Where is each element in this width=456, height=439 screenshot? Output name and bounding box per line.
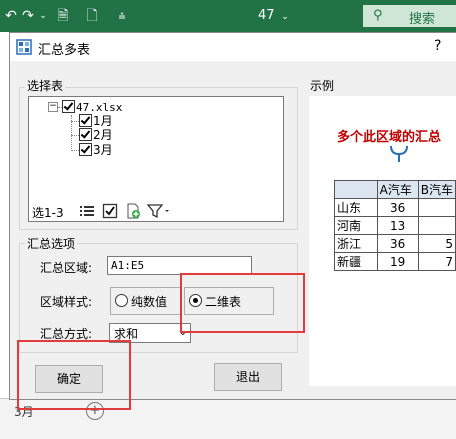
table-cell: [334, 180, 378, 199]
preview-label: 示例: [308, 77, 337, 94]
style-option-label: 纯数值: [131, 295, 168, 309]
annotation-box-ok: [17, 340, 131, 410]
table-row: 浙江 36 5: [334, 234, 456, 253]
table-cell: 浙江: [334, 234, 378, 253]
table-header-cell: A汽车: [376, 180, 419, 199]
sheet-name: 1月: [93, 114, 113, 128]
range-label: 汇总区域:: [40, 261, 93, 275]
selection-count: 选1-3: [32, 206, 64, 220]
tree-connector: [71, 150, 79, 151]
table-cell: 7: [417, 252, 456, 271]
app-icon: [16, 39, 32, 55]
summary-options-label: 汇总选项: [25, 235, 78, 252]
table-row: A汽车 B汽车: [334, 180, 456, 199]
select-tables-label: 选择表: [25, 77, 66, 94]
table-cell: 山东: [334, 198, 378, 217]
radio-unselected-icon[interactable]: [115, 294, 128, 307]
exit-button[interactable]: 退出: [214, 363, 282, 391]
tree-toolbar: 选1-3: [28, 201, 284, 222]
preview-table: A汽车 B汽车 山东 36 河南 13 浙江 36 5 新疆 19 7: [334, 180, 456, 271]
collapse-icon[interactable]: −: [48, 102, 58, 112]
checkbox-checked-icon[interactable]: [79, 114, 92, 127]
tree-item-sheet[interactable]: 2月: [79, 128, 113, 142]
search-icon: ⚲: [373, 8, 383, 23]
tree-connector: [71, 135, 79, 136]
table-cell: 19: [376, 252, 419, 271]
table-header-cell: B汽车: [417, 180, 456, 199]
preview-panel: 多个此区域的汇总 A汽车 B汽车 山东 36 河南 13 浙江 36 5 新疆 …: [309, 96, 456, 386]
file-name: 47.xlsx: [76, 101, 123, 114]
file-save-icon[interactable]: 🗎: [55, 8, 71, 24]
tree-item-sheet[interactable]: 3月: [79, 143, 113, 157]
table-cell: 36: [376, 234, 419, 253]
table-cell: 新疆: [334, 252, 378, 271]
table-cell: [417, 216, 456, 235]
search-box[interactable]: ⚲ 搜索: [363, 5, 456, 27]
checkbox-checked-icon[interactable]: [62, 100, 75, 113]
table-cell: 5: [417, 234, 456, 253]
table-row: 河南 13: [334, 216, 456, 235]
customize-toolbar-icon[interactable]: ⩮: [114, 8, 130, 24]
add-file-icon[interactable]: [125, 203, 141, 219]
sheet-name: 2月: [93, 128, 113, 142]
sheet-tree[interactable]: − 47.xlsx 1月 2月 3月: [28, 96, 284, 202]
select-all-icon[interactable]: [102, 203, 118, 219]
sheet-name: 3月: [93, 143, 113, 157]
style-option-values[interactable]: 纯数值: [110, 287, 182, 315]
dialog-title-bar: 汇总多表 ?: [10, 33, 456, 61]
checkbox-checked-icon[interactable]: [79, 128, 92, 141]
table-cell: [417, 198, 456, 217]
table-row: 新疆 19 7: [334, 252, 456, 271]
table-row: 山东 36: [334, 198, 456, 217]
search-label: 搜索: [409, 12, 436, 27]
excel-title-bar: ↶ ↷ ⌄ 🗎 🗋 ⩮ 47 ⌄ ⚲ 搜索: [0, 0, 456, 32]
table-cell: 河南: [334, 216, 378, 235]
tree-item-file[interactable]: 47.xlsx: [62, 100, 122, 114]
filter-icon[interactable]: [147, 203, 171, 219]
annotation-box-style: [180, 273, 305, 333]
brace-icon: [390, 145, 408, 162]
style-label: 区域样式:: [40, 295, 93, 309]
list-icon[interactable]: [79, 203, 95, 219]
tree-item-sheet[interactable]: 1月: [79, 114, 113, 128]
chevron-down-icon[interactable]: ⌄: [35, 8, 51, 24]
preview-caption: 多个此区域的汇总: [337, 130, 442, 145]
dialog-title: 汇总多表: [38, 43, 91, 58]
new-file-icon[interactable]: 🗋: [84, 8, 100, 24]
redo-icon[interactable]: ↷: [20, 8, 36, 24]
tree-connector: [71, 121, 79, 122]
table-cell: 36: [376, 198, 419, 217]
undo-icon[interactable]: ↶: [3, 8, 19, 24]
title-dropdown-icon[interactable]: ⌄: [277, 9, 293, 25]
checkbox-checked-icon[interactable]: [79, 143, 92, 156]
help-button[interactable]: ?: [434, 38, 441, 54]
table-cell: 13: [376, 216, 419, 235]
workbook-title: 47: [258, 8, 275, 23]
